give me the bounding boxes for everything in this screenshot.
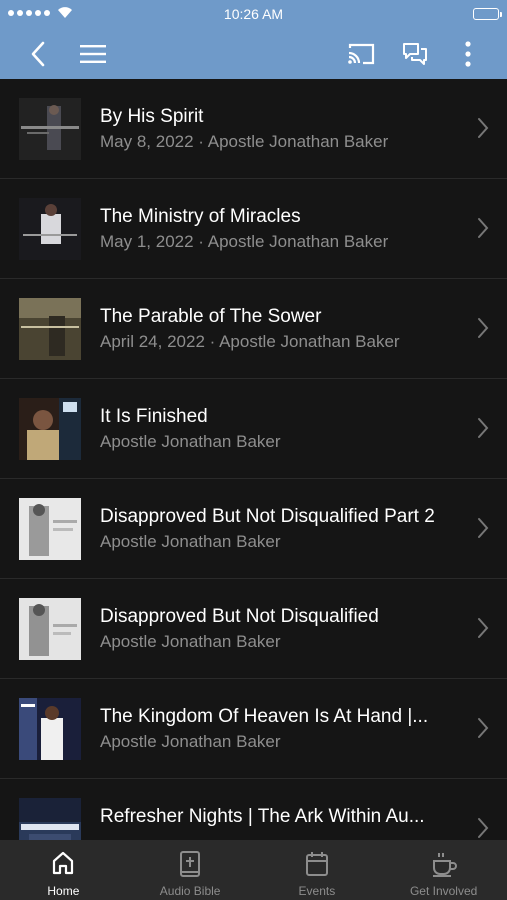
list-item[interactable]: Disapproved But Not Disqualified Apostle…: [0, 579, 507, 679]
cast-icon[interactable]: [343, 28, 379, 79]
chat-icon[interactable]: [398, 28, 432, 79]
tab-label: Audio Bible: [159, 884, 221, 898]
sermon-title: The Parable of The Sower: [100, 306, 322, 327]
sermon-subtitle: Apostle Jonathan Baker: [100, 732, 281, 751]
sermon-subtitle: Apostle Jonathan Baker: [100, 632, 281, 651]
chevron-right-icon: [477, 117, 489, 144]
list-item[interactable]: Refresher Nights | The Ark Within Au...: [0, 779, 507, 840]
menu-icon[interactable]: [76, 28, 110, 79]
tab-label: Home: [47, 884, 80, 898]
tab-audio-bible[interactable]: Audio Bible: [127, 840, 254, 900]
list-item[interactable]: The Kingdom Of Heaven Is At Hand |... Ap…: [0, 679, 507, 779]
list-item[interactable]: The Parable of The Sower April 24, 2022 …: [0, 279, 507, 379]
sermon-thumbnail: [19, 598, 81, 660]
calendar-icon: [254, 850, 381, 878]
sermon-thumbnail: [19, 498, 81, 560]
sermon-thumbnail: [19, 98, 81, 160]
sermon-title: Disapproved But Not Disqualified: [100, 606, 379, 627]
tab-label: Get Involved: [409, 884, 478, 898]
status-time: 10:26 AM: [223, 6, 284, 22]
sermon-thumbnail: [19, 398, 81, 460]
tab-label: Events: [298, 884, 336, 898]
sermon-subtitle: Apostle Jonathan Baker: [100, 532, 281, 551]
tab-events[interactable]: Events: [254, 840, 381, 900]
sermon-title: The Ministry of Miracles: [100, 206, 301, 227]
sermon-thumbnail: [19, 298, 81, 360]
chevron-right-icon: [477, 417, 489, 444]
chevron-right-icon: [477, 217, 489, 244]
sermon-title: Refresher Nights | The Ark Within Au...: [100, 806, 425, 827]
tab-home[interactable]: Home: [0, 840, 127, 900]
chevron-right-icon: [477, 717, 489, 744]
sermon-title: It Is Finished: [100, 406, 208, 427]
list-item[interactable]: Disapproved But Not Disqualified Part 2 …: [0, 479, 507, 579]
battery-icon: [473, 8, 502, 20]
cup-icon: [380, 850, 507, 878]
sermon-title: By His Spirit: [100, 106, 204, 127]
nav-bar: [0, 28, 507, 79]
sermon-thumbnail: [19, 198, 81, 260]
sermon-title: The Kingdom Of Heaven Is At Hand |...: [100, 706, 429, 727]
sermon-list: By His Spirit May 8, 2022 · Apostle Jona…: [0, 79, 507, 840]
more-icon[interactable]: [456, 28, 480, 79]
chevron-right-icon: [477, 617, 489, 644]
chevron-right-icon: [477, 517, 489, 544]
list-item[interactable]: By His Spirit May 8, 2022 · Apostle Jona…: [0, 79, 507, 179]
list-item[interactable]: The Ministry of Miracles May 1, 2022 · A…: [0, 179, 507, 279]
sermon-thumbnail: [19, 698, 81, 760]
chevron-right-icon: [477, 817, 489, 840]
home-icon: [0, 850, 127, 878]
tab-bar: Home Audio Bible Events Get Involved: [0, 840, 507, 900]
sermon-thumbnail: [19, 798, 81, 840]
sermon-subtitle: May 1, 2022 · Apostle Jonathan Baker: [100, 232, 389, 251]
sermon-title: Disapproved But Not Disqualified Part 2: [100, 506, 435, 527]
list-item[interactable]: It Is Finished Apostle Jonathan Baker: [0, 379, 507, 479]
status-bar: 10:26 AM: [0, 0, 507, 28]
sermon-subtitle: April 24, 2022 · Apostle Jonathan Baker: [100, 332, 400, 351]
sermon-subtitle: Apostle Jonathan Baker: [100, 432, 281, 451]
tab-get-involved[interactable]: Get Involved: [380, 840, 507, 900]
sermon-subtitle: May 8, 2022 · Apostle Jonathan Baker: [100, 132, 389, 151]
back-icon[interactable]: [22, 28, 54, 79]
chevron-right-icon: [477, 317, 489, 344]
bible-icon: [127, 850, 254, 878]
